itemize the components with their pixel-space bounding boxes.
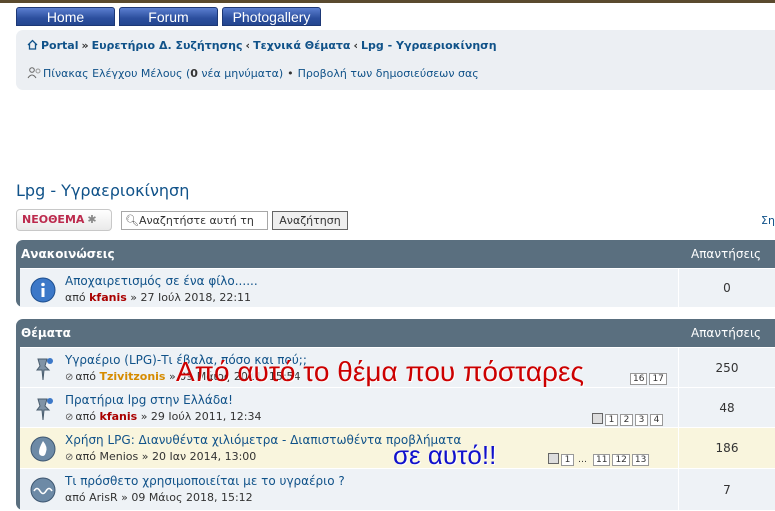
reply-count: 186 [678,428,775,468]
fire-icon [30,436,56,462]
reply-count: 7 [678,469,775,510]
home-icon [27,39,38,50]
topic-author[interactable]: kfanis [89,291,127,304]
breadcrumb-index[interactable]: Ευρετήριο Δ. Συζήτησης [92,39,243,52]
info-icon [30,277,56,303]
pagination: 16 17 [628,373,667,385]
breadcrumb-bar: Portal» Ευρετήριο Δ. Συζήτησης ‹ Τεχνικά Θέ… [16,30,775,90]
page-link[interactable]: 1 [561,454,574,466]
announcements-panel: Ανακοινώσεις Απαντήσεις Αποχαιρετισμός σ… [16,240,775,307]
own-posts-link[interactable]: Προβολή των δημοσιεύσεων σας [298,67,479,80]
page-link[interactable]: 1 [605,414,618,426]
page-link[interactable]: 3 [635,414,648,426]
paperclip-icon: ⊘ [65,412,74,423]
breadcrumb: Portal» Ευρετήριο Δ. Συζήτησης ‹ Τεχνικά Θέ… [27,39,497,52]
pm-suffix[interactable]: νέα μηνύματα) [198,67,283,80]
pin-icon [36,398,53,421]
reply-count: 250 [678,348,775,387]
topic-title[interactable]: Πρατήρια lpg στην Ελλάδα! [65,393,233,407]
topics-header: Θέματα Απαντήσεις [16,319,775,347]
new-topic-button[interactable]: ΝΕΟΘΕΜΑ ✱ [16,209,112,231]
replies-header: Απαντήσεις [691,247,762,261]
ucp-link[interactable]: Πίνακας Ελέγχου Μέλους [43,67,182,80]
page-ellipsis: … [578,455,587,465]
pages-icon [548,453,559,464]
nav-home-button[interactable]: Home [16,7,115,26]
announcement-row[interactable]: Αποχαιρετισμός σε ένα φίλο...... από kfa… [20,268,775,307]
topics-panel: Θέματα Απαντήσεις Υγραέριο (LPG)-Τι έβαλ… [16,319,775,510]
annotation-top: Από αυτό το θέμα που πόσταρες [176,356,584,387]
breadcrumb-technical[interactable]: Τεχνικά Θέματα [253,39,350,52]
members-icon [27,67,41,79]
topic-author[interactable]: kfanis [100,410,138,423]
pagination: 1234 [592,413,663,426]
forum-title[interactable]: Lpg - Υγραεριοκίνηση [16,181,189,200]
breadcrumb-portal[interactable]: Portal [41,39,79,52]
page-link[interactable]: 2 [620,414,633,426]
pagination: 1 … 11 12 13 [548,453,650,466]
search-input[interactable]: 🔍︎ Αναζητήστε αυτή τη [121,211,268,230]
page-link[interactable]: 16 [630,373,648,385]
reply-count: 48 [678,388,775,427]
star-icon: ✱ [87,213,97,226]
topic-author[interactable]: ArisR [89,491,117,504]
page-link[interactable]: 11 [593,454,611,466]
page-link[interactable]: 17 [649,373,667,385]
topic-title[interactable]: Αποχαιρετισμός σε ένα φίλο...... [65,274,258,288]
nav-forum-button[interactable]: Forum [119,7,218,26]
page-link[interactable]: 4 [650,414,663,426]
page-link[interactable]: 12 [612,454,630,466]
breadcrumb-separator: » [81,39,89,52]
topic-author[interactable]: Menios [100,450,139,463]
reply-count: 0 [678,269,775,307]
top-strip [0,0,775,3]
topic-row[interactable]: Τι πρόσθετο χρησιμοποιείται με το υγραέρ… [20,468,775,510]
topic-row[interactable]: Πρατήρια lpg στην Ελλάδα! ⊘ από kfanis » … [20,387,775,427]
paperclip-icon: ⊘ [65,452,74,463]
pm-count[interactable]: 0 [190,67,198,80]
topic-title[interactable]: Τι πρόσθετο χρησιμοποιείται με το υγραέρ… [65,474,345,488]
topic-meta: από ArisR » 09 Μάιος 2018, 15:12 [65,491,253,504]
page-link[interactable]: 13 [631,454,650,466]
ucp-line: Πίνακας Ελέγχου Μέλους (0 νέα μηνύματα) •… [27,67,479,80]
topic-meta: ⊘ από kfanis » 29 Ιούλ 2011, 12:34 [65,410,262,423]
breadcrumb-lpg[interactable]: Lpg - Υγραεριοκίνηση [361,39,497,52]
magnifier-icon: 🔍︎ [125,214,139,227]
replies-header: Απαντήσεις [691,326,762,340]
annotation-bottom: σε αυτό!! [393,440,497,470]
paperclip-icon: ⊘ [65,372,74,383]
wave-icon [30,477,56,503]
breadcrumb-separator: ‹ [245,39,251,52]
search-button[interactable]: Αναζήτηση [272,211,348,230]
pages-icon [592,413,603,424]
nav-gallery-button[interactable]: Photogallery [222,7,321,26]
topic-author[interactable]: Tzivitzonis [100,370,166,383]
topic-meta: ⊘ από Menios » 20 Ιαν 2014, 13:00 [65,450,257,463]
sort-link-cut[interactable]: Ση [761,214,775,227]
pin-icon [36,358,53,381]
breadcrumb-separator: ‹ [353,39,359,52]
topic-meta: από kfanis » 27 Ιούλ 2018, 22:11 [65,291,252,304]
announcements-header: Ανακοινώσεις Απαντήσεις [16,240,775,268]
